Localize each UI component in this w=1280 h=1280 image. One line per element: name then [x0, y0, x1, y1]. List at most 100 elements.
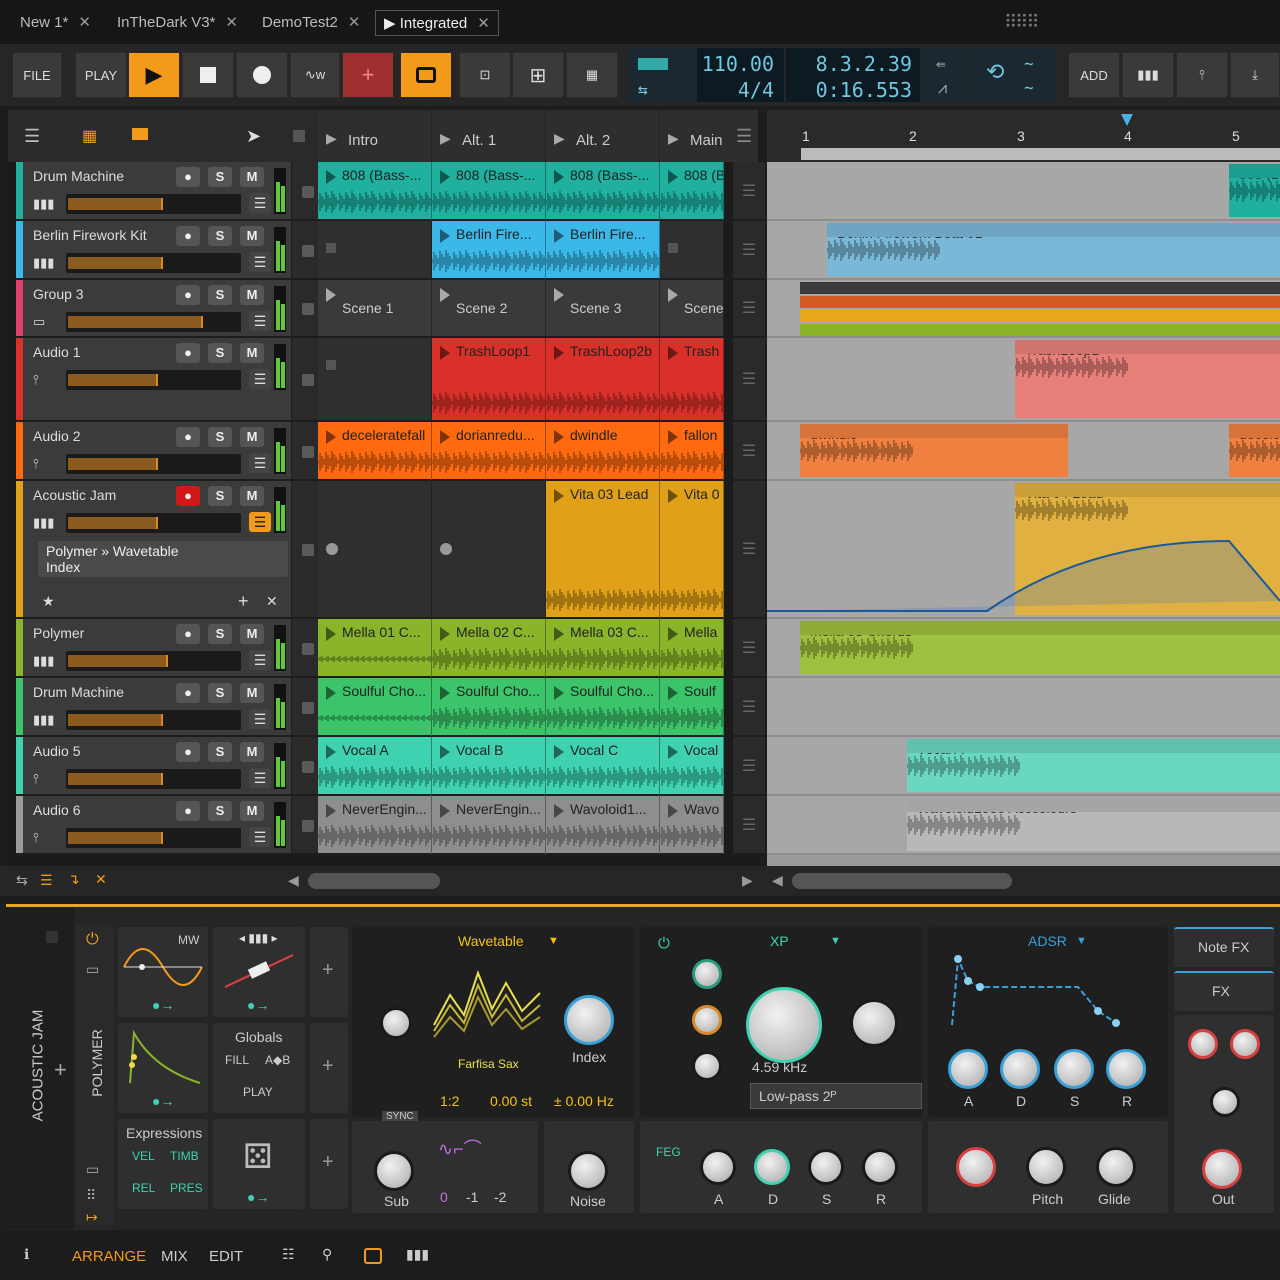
clip-automation-button[interactable]: ⊡	[459, 52, 511, 98]
decay-knob[interactable]	[1000, 1049, 1040, 1089]
close-icon[interactable]: ✕	[78, 14, 91, 31]
record-button[interactable]	[236, 52, 288, 98]
record-arm-button[interactable]: ●	[176, 167, 200, 187]
arranger-lane[interactable]: Vita 04 Lead	[767, 481, 1280, 619]
arranger-scrollbar[interactable]	[792, 873, 1012, 889]
groove-button[interactable]: ▦	[566, 52, 618, 98]
sub-knob[interactable]	[374, 1151, 414, 1191]
feg-attack-knob[interactable]	[700, 1149, 736, 1185]
clip[interactable]: Trash	[660, 338, 724, 422]
clip[interactable]: Wavoloid1...	[546, 796, 660, 855]
lfo-modulator[interactable]: MW ●→	[118, 927, 208, 1017]
device-panel-icon[interactable]	[364, 1248, 382, 1264]
scene-row-button[interactable]: ☰	[733, 280, 765, 338]
solo-button[interactable]: S	[208, 742, 232, 762]
clip[interactable]: Soulful Cho...	[318, 678, 432, 737]
solo-button[interactable]: S	[208, 285, 232, 305]
grid-dots-icon[interactable]: ⠿⠿⠿	[1004, 12, 1044, 32]
mixer-panel-button[interactable]: ▮▮▮	[1122, 52, 1174, 98]
record-arm-button[interactable]: ●	[176, 285, 200, 305]
track-menu-button[interactable]: ☰	[249, 827, 271, 847]
solo-button[interactable]: S	[208, 167, 232, 187]
arranger-clip[interactable]: TrashLoop1	[1015, 340, 1280, 418]
scene-intro[interactable]: ▶ Intro	[318, 110, 432, 162]
clip[interactable]: Soulful Cho...	[546, 678, 660, 737]
track-menu-button[interactable]: ☰	[249, 453, 271, 473]
solo-button[interactable]: S	[208, 683, 232, 703]
velocity-knob[interactable]	[956, 1147, 996, 1187]
scene-row-button[interactable]: ☰	[733, 338, 765, 422]
glide-knob[interactable]	[1096, 1147, 1136, 1187]
mute-button[interactable]: M	[240, 486, 264, 506]
keytrack-knob[interactable]	[692, 1005, 722, 1035]
spread-knob[interactable]	[1188, 1029, 1218, 1059]
feg-release-knob[interactable]	[862, 1149, 898, 1185]
metronome-icon[interactable]: ⇚ ⩘	[922, 48, 972, 102]
power-icon[interactable]: ⏻	[86, 931, 99, 949]
mute-button[interactable]: M	[240, 801, 264, 821]
track-header[interactable]: Drum Machine ● S M ▮▮▮ ☰	[16, 678, 291, 737]
clip[interactable]: Soulf	[660, 678, 724, 737]
arranger-clip[interactable]: dwindle	[800, 424, 1068, 477]
automation-panel-button[interactable]: ⫯	[1176, 52, 1228, 98]
solo-button[interactable]: S	[208, 801, 232, 821]
scene-main[interactable]: ▶ Main	[660, 110, 724, 162]
clip[interactable]: Scene 1	[318, 280, 432, 338]
empty-clip-slot[interactable]	[432, 481, 546, 619]
file-button[interactable]: FILE	[12, 52, 62, 98]
clip[interactable]: Berlin Fire...	[546, 221, 660, 280]
clip[interactable]: deceleratefall	[318, 422, 432, 481]
random-modulator[interactable]: ⚄ ●→	[213, 1119, 305, 1209]
track-menu-button[interactable]: ☰	[249, 311, 271, 331]
volume-fader[interactable]	[66, 454, 241, 474]
scroll-left-icon[interactable]: ◀	[772, 872, 783, 889]
track-menu-button[interactable]: ☰	[249, 369, 271, 389]
clip-record-button[interactable]	[400, 52, 452, 98]
scene-menu-icon[interactable]: ☰	[736, 126, 752, 147]
grid-icon[interactable]: ▦	[82, 126, 97, 146]
track-header[interactable]: Audio 1 ● S M ⫯ ☰	[16, 338, 291, 422]
stop-button[interactable]	[182, 52, 234, 98]
feg-sustain-knob[interactable]	[808, 1149, 844, 1185]
clip[interactable]: 808 (Bass-...	[432, 162, 546, 221]
edit-tab[interactable]: EDIT	[209, 1248, 243, 1265]
scene-alt1[interactable]: ▶ Alt. 1	[432, 110, 546, 162]
solo-button[interactable]: S	[208, 427, 232, 447]
tempo-display[interactable]: 110.00 4/4	[697, 48, 784, 102]
pointer-icon[interactable]: ➤	[246, 126, 261, 147]
mix-tab[interactable]: MIX	[161, 1248, 188, 1265]
clip[interactable]: Wavo	[660, 796, 724, 855]
arranger-lane[interactable]	[767, 280, 1280, 338]
folder-icon[interactable]: ▭	[86, 961, 99, 978]
window-icon[interactable]: ▭	[86, 1161, 99, 1178]
add-modulator-slot[interactable]: +	[310, 927, 348, 1017]
clip[interactable]: Mella	[660, 619, 724, 678]
mod-arrow-icon[interactable]: ●→	[152, 997, 174, 1013]
arranger-lane[interactable]: dwindle decele	[767, 422, 1280, 481]
volume-fader[interactable]	[66, 651, 241, 671]
arranger-lane[interactable]: TrashLoop1	[767, 338, 1280, 422]
width-knob[interactable]	[1210, 1087, 1240, 1117]
tab-integrated[interactable]: ▶ Integrated ✕	[375, 10, 499, 36]
solo-button[interactable]: S	[208, 226, 232, 246]
clip[interactable]: Scene 2	[432, 280, 546, 338]
mod-arrow-icon[interactable]: ●→	[152, 1093, 174, 1109]
mute-button[interactable]: M	[240, 167, 264, 187]
sustain-knob[interactable]	[1054, 1049, 1094, 1089]
mute-button[interactable]: M	[240, 683, 264, 703]
filter-mode-select[interactable]: Low-pass 2ᴾ	[750, 1083, 922, 1109]
track-header[interactable]: Drum Machine ● S M ▮▮▮ ☰	[16, 162, 291, 221]
follow-icon[interactable]: ↴	[68, 871, 80, 888]
release-knob[interactable]	[1106, 1049, 1146, 1089]
mute-button[interactable]: M	[240, 427, 264, 447]
swap-icon[interactable]: ⇆	[16, 872, 28, 889]
record-arm-button[interactable]: ●	[176, 226, 200, 246]
add-modulator-slot[interactable]: +	[310, 1119, 348, 1209]
browser-icon[interactable]: ☷	[282, 1246, 295, 1263]
solo-button[interactable]: S	[208, 343, 232, 363]
track-header[interactable]: Audio 6 ● S M ⫯ ☰	[16, 796, 291, 855]
automation-write-button[interactable]: ∿w	[290, 52, 340, 98]
oscillator-type[interactable]: Wavetable	[458, 933, 524, 949]
scene-alt2[interactable]: ▶ Alt. 2	[546, 110, 660, 162]
scroll-right-icon[interactable]: ▶	[742, 872, 753, 889]
